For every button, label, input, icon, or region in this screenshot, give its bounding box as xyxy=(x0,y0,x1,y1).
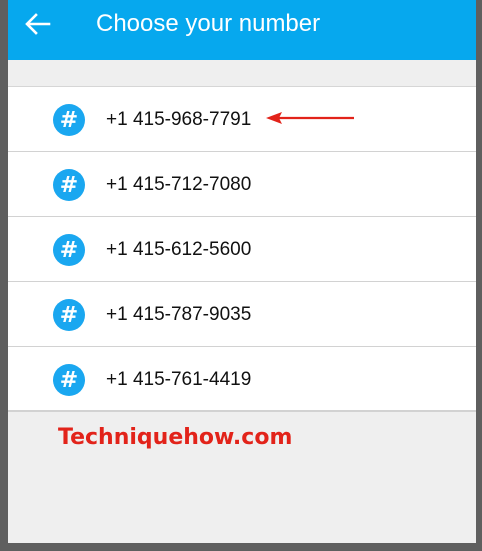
number-row-3[interactable]: # +1 415-612-5600 xyxy=(8,217,476,282)
hash-icon: # xyxy=(53,104,85,136)
number-row-4[interactable]: # +1 415-787-9035 xyxy=(8,282,476,347)
hash-icon: # xyxy=(53,234,85,266)
number-row-5[interactable]: # +1 415-761-4419 xyxy=(8,347,476,412)
phone-number: +1 415-787-9035 xyxy=(106,304,252,325)
hash-icon: # xyxy=(53,169,85,201)
page-title: Choose your number xyxy=(96,10,321,37)
watermark: Techniquehow.com xyxy=(58,425,293,450)
phone-number: +1 415-612-5600 xyxy=(106,239,252,260)
back-button[interactable] xyxy=(22,8,54,40)
app-screen: Choose your number # +1 415-968-7791 # +… xyxy=(8,0,476,543)
number-list: # +1 415-968-7791 # +1 415-712-7080 # +1… xyxy=(8,86,476,412)
arrow-left-icon xyxy=(25,13,51,35)
hash-icon: # xyxy=(53,299,85,331)
phone-number: +1 415-968-7791 xyxy=(106,109,252,130)
phone-number: +1 415-712-7080 xyxy=(106,174,252,195)
hash-icon: # xyxy=(53,364,85,396)
number-row-2[interactable]: # +1 415-712-7080 xyxy=(8,152,476,217)
app-bar: Choose your number xyxy=(8,0,476,60)
red-arrow-icon xyxy=(266,112,354,124)
number-row-1[interactable]: # +1 415-968-7791 xyxy=(8,87,476,152)
phone-number: +1 415-761-4419 xyxy=(106,369,252,390)
